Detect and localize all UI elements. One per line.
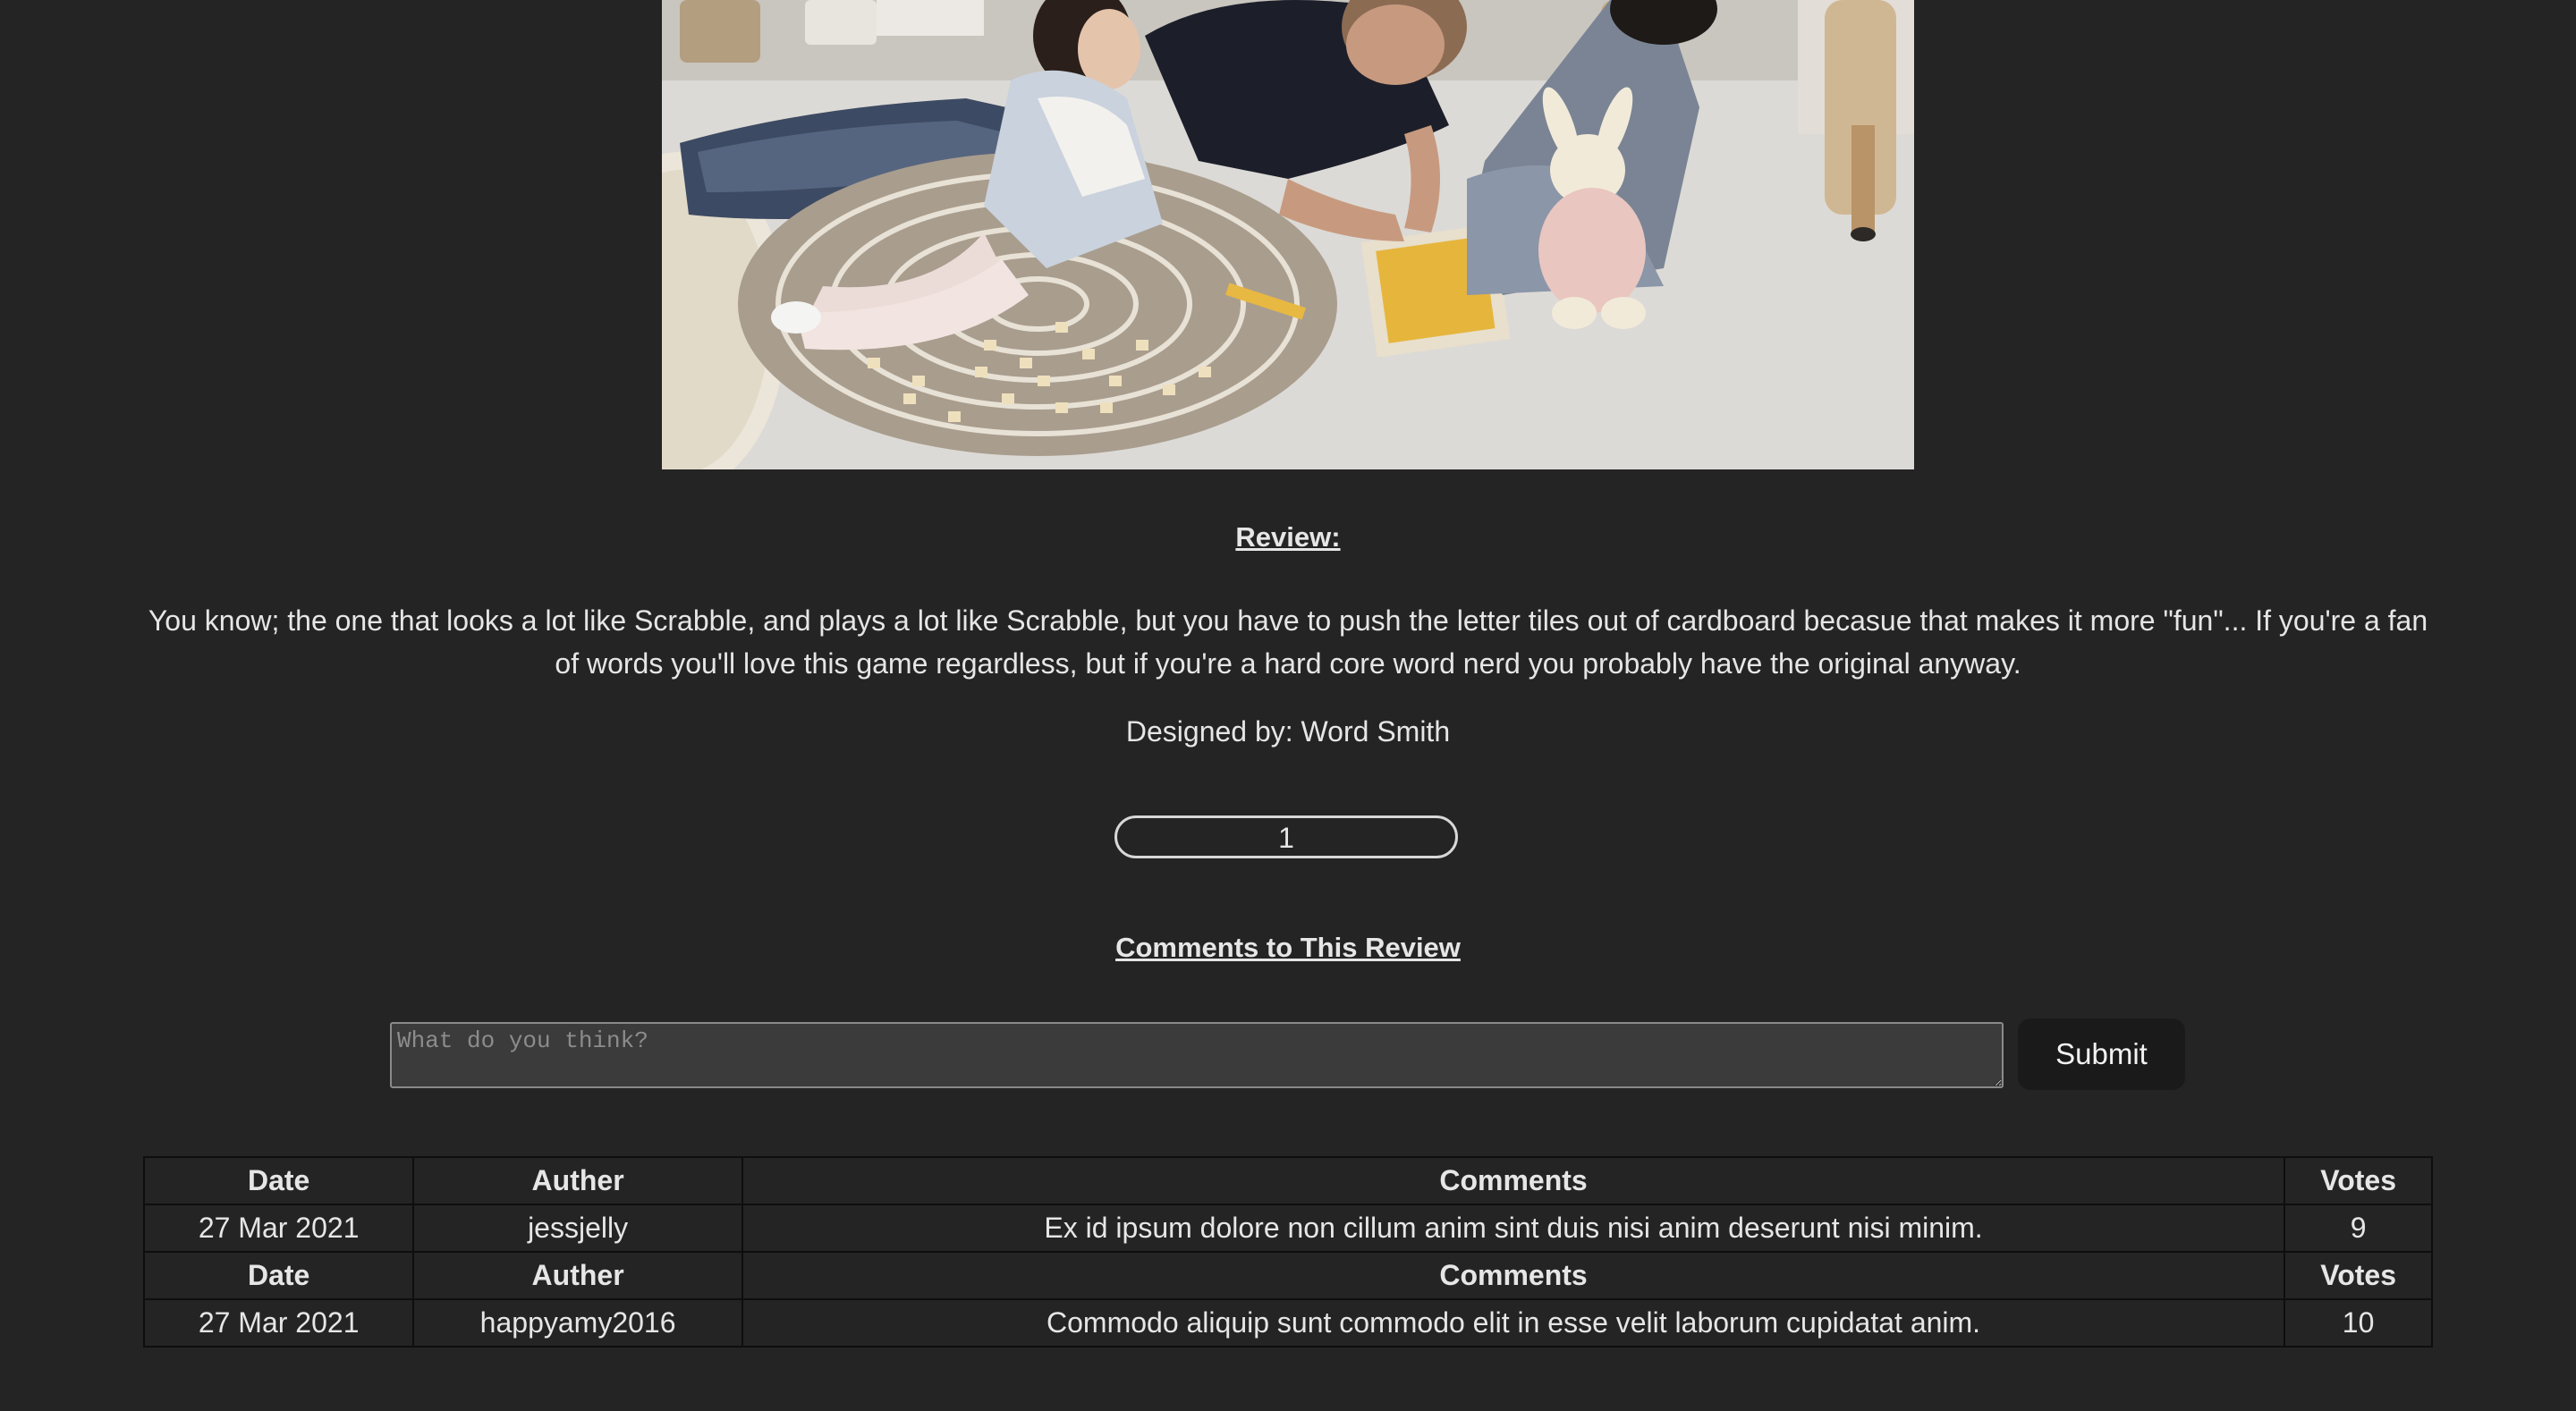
family-playing-board-game-image [662,0,1914,469]
column-header-comments: Comments [741,1251,2286,1300]
designer-credit: Designed by: Word Smith [1125,715,1451,748]
review-vote-button[interactable]: 1 [1114,815,1458,858]
comment-text: Commodo aliquip sunt commodo elit in ess… [741,1298,2286,1348]
column-header-author: Auther [412,1251,743,1300]
column-header-author: Auther [412,1156,743,1205]
comment-votes[interactable]: 9 [2284,1204,2433,1253]
column-header-date: Date [142,1251,415,1300]
comment-text: Ex id ipsum dolore non cillum anim sint … [741,1204,2286,1253]
comments-heading: Comments to This Review [1115,932,1461,963]
column-header-date: Date [142,1156,415,1205]
comments-table: Date Auther Comments Votes 27 Mar 2021 j… [142,1156,2433,1348]
comment-date: 27 Mar 2021 [142,1298,415,1348]
review-body: You know; the one that looks a lot like … [148,604,2428,680]
comment-input[interactable] [390,1022,2004,1088]
comment-votes[interactable]: 10 [2284,1298,2433,1348]
submit-comment-button[interactable]: Submit [2018,1018,2185,1090]
table-row: 27 Mar 2021 happyamy2016 Commodo aliquip… [142,1298,2433,1348]
review-page: Review: You know; the one that looks a l… [0,0,2576,1411]
review-heading: Review: [1235,521,1341,553]
table-row: 27 Mar 2021 jessjelly Ex id ipsum dolore… [142,1204,2433,1253]
comment-author: happyamy2016 [412,1298,743,1348]
column-header-comments: Comments [741,1156,2286,1205]
column-header-votes: Votes [2284,1251,2433,1300]
table-header-row: Date Auther Comments Votes [142,1156,2433,1205]
column-header-votes: Votes [2284,1156,2433,1205]
comment-author: jessjelly [412,1204,743,1253]
table-header-row: Date Auther Comments Votes [142,1251,2433,1300]
comment-date: 27 Mar 2021 [142,1204,415,1253]
